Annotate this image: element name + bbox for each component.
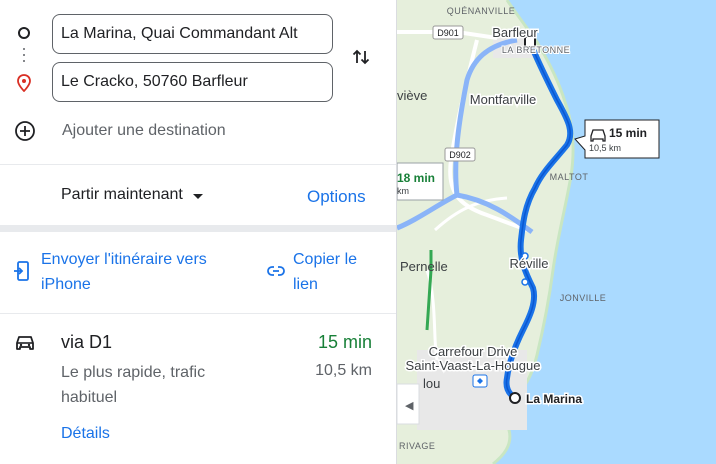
send-to-phone-line-1: Envoyer l'itinéraire vers <box>41 251 207 268</box>
route-via: via D1 <box>61 332 113 352</box>
divider <box>0 313 396 314</box>
route-dots-icon <box>23 54 25 56</box>
map-marker-label: La Marina <box>526 392 582 406</box>
dropdown-caret-icon <box>192 193 203 199</box>
map-view[interactable]: D901 D902 QUÉNANVILLE Barfleur LA BRETON… <box>397 0 716 464</box>
route-duration: 15 min <box>317 332 372 352</box>
destination-pin-icon <box>17 74 31 92</box>
place-label: Barfleur <box>492 25 538 40</box>
origin-dot-icon <box>18 27 30 39</box>
place-label: Pernelle <box>400 259 448 274</box>
destination-field[interactable]: Le Cracko, 50760 Barfleur <box>52 62 333 102</box>
collapse-arrow-icon: ◀ <box>405 400 414 412</box>
alternate-route-callout[interactable]: 18 min km <box>397 162 444 201</box>
place-label: LA BRETONNE <box>502 45 570 55</box>
route-distance: 10,5 km <box>315 362 372 379</box>
place-label: QUÉNANVILLE <box>447 6 516 16</box>
route-dots-icon <box>23 60 25 62</box>
road-label-d902: D902 <box>449 150 471 160</box>
copy-link-line-2: lien <box>293 276 318 293</box>
route-description-line-2: habituel <box>61 389 118 406</box>
details-link[interactable]: Détails <box>61 425 110 443</box>
callout-distance: 10,5 km <box>589 143 621 153</box>
origin-field[interactable]: La Marina, Quai Commandant Alt <box>52 14 333 54</box>
place-label: lou <box>423 376 440 391</box>
waypoint-icon <box>521 278 529 286</box>
add-circle-icon <box>15 121 35 141</box>
place-label: Carrefour Drive <box>429 344 518 359</box>
place-label: Saint-Vaast-La-Hougue <box>406 358 541 373</box>
place-label: Réville <box>509 256 548 271</box>
send-to-phone-line-2: iPhone <box>41 276 91 293</box>
send-to-phone-icon <box>14 261 29 281</box>
add-destination-label: Ajouter une destination <box>62 122 226 139</box>
swap-icon[interactable] <box>350 46 372 68</box>
callout-duration: 15 min <box>609 126 647 140</box>
route-description: Le plus rapide, trafic habituel <box>61 360 261 410</box>
road-label-d901: D901 <box>437 28 459 38</box>
send-to-phone-link[interactable]: Envoyer l'itinéraire vers iPhone <box>14 247 254 297</box>
primary-route-callout[interactable]: 15 min 10,5 km <box>574 119 660 159</box>
section-divider <box>0 225 396 232</box>
place-label: MALTOT <box>550 172 589 182</box>
route-dots-icon <box>23 48 25 50</box>
place-label: RIVAGE <box>399 441 435 451</box>
collapse-panel-button[interactable]: ◀ <box>397 383 420 425</box>
link-icon <box>267 266 285 276</box>
alt-callout-distance: km <box>397 186 409 196</box>
place-label: Montfarville <box>470 92 536 107</box>
alt-callout-duration: 18 min <box>397 171 435 185</box>
copy-link-button[interactable]: Copier le lien <box>267 247 387 297</box>
map-canvas[interactable]: D901 D902 QUÉNANVILLE Barfleur LA BRETON… <box>397 0 716 464</box>
copy-link-line-1: Copier le <box>293 251 358 268</box>
divider <box>0 164 396 165</box>
options-button[interactable]: Options <box>307 187 366 207</box>
depart-label: Partir maintenant <box>61 186 183 203</box>
place-label: viève <box>397 88 427 103</box>
add-destination-button[interactable]: Ajouter une destination <box>12 118 352 144</box>
route-description-line-1: Le plus rapide, trafic <box>61 364 206 381</box>
place-label: JONVILLE <box>560 293 607 303</box>
depart-now-dropdown[interactable]: Partir maintenant <box>61 186 203 204</box>
origin-marker-icon[interactable] <box>509 392 521 404</box>
directions-panel: La Marina, Quai Commandant Alt Le Cracko… <box>0 0 397 464</box>
car-icon <box>16 336 34 350</box>
